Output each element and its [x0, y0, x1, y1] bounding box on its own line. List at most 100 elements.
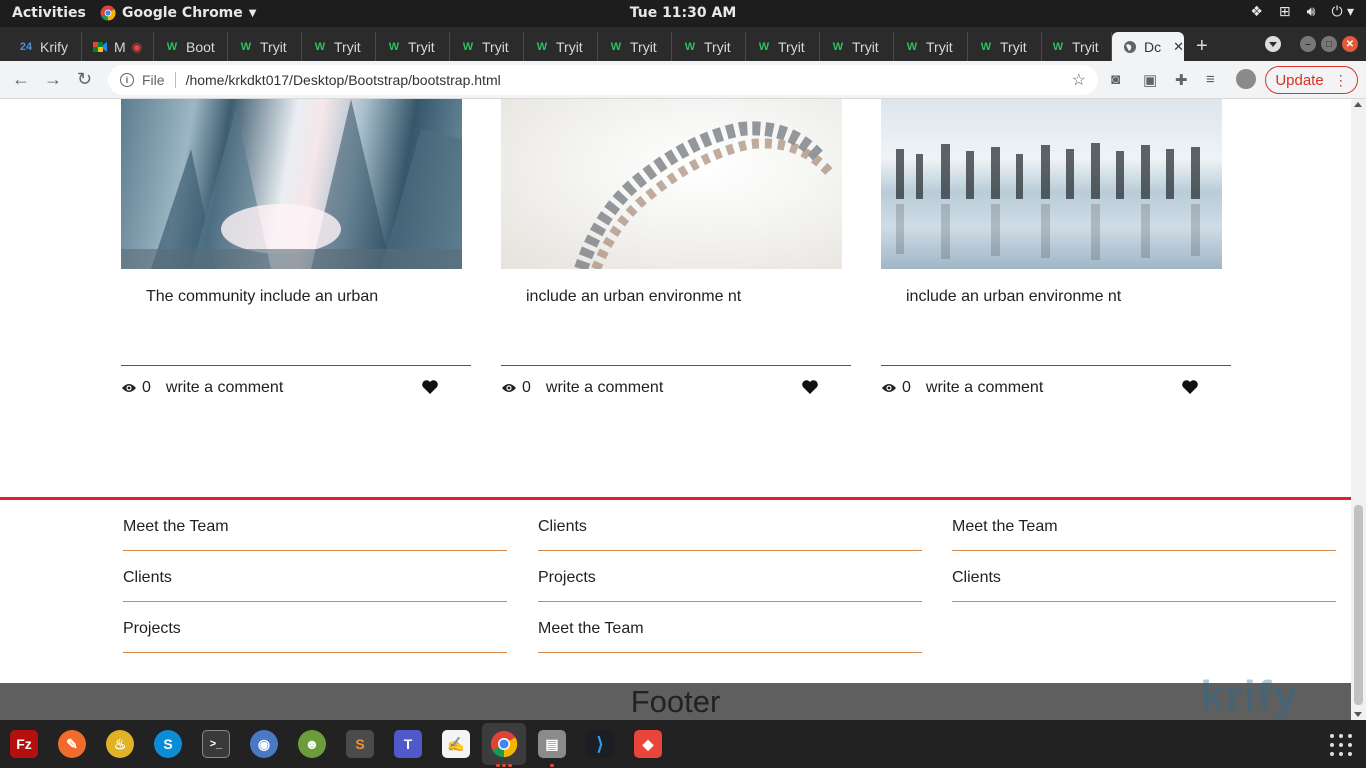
write-comment-link[interactable]: write a comment: [926, 379, 1043, 397]
tab-search-icon[interactable]: [1265, 36, 1281, 52]
activities-button[interactable]: Activities: [12, 5, 86, 21]
new-tab-button[interactable]: +: [1196, 35, 1208, 58]
teams-icon[interactable]: T: [394, 730, 422, 758]
w3-icon: W: [462, 40, 474, 53]
tab-tryit[interactable]: W Tryit: [228, 32, 302, 61]
system-top-bar: Activities Google Chrome ▼ Tue 11:30 AM …: [0, 0, 1366, 27]
scroll-up-icon[interactable]: [1354, 102, 1362, 107]
volume-icon[interactable]: 🔊︎: [1307, 4, 1316, 20]
footer-bar: Footer krify: [0, 675, 1351, 720]
show-applications-icon[interactable]: [1330, 734, 1352, 756]
page-scrollbar[interactable]: [1351, 99, 1366, 720]
close-window-icon[interactable]: ✕: [1342, 36, 1358, 52]
avatar[interactable]: [1236, 69, 1256, 89]
heart-icon[interactable]: [801, 379, 819, 395]
tab-tryit[interactable]: W Tryit: [746, 32, 820, 61]
chromium-icon[interactable]: ◉: [250, 730, 278, 758]
footer-link[interactable]: Meet the Team: [538, 602, 922, 653]
terminal-icon[interactable]: >_: [202, 730, 230, 758]
url-scheme: File: [142, 72, 165, 88]
chevron-down-icon: ▼: [248, 7, 257, 19]
postman-icon[interactable]: ✎: [58, 730, 86, 758]
tab-label: Tryit: [778, 38, 805, 55]
monkey-icon[interactable]: ☻: [298, 730, 326, 758]
tab-label: Tryit: [334, 38, 361, 55]
card-image-dna: [501, 99, 842, 269]
dropbox-icon[interactable]: ❖: [1250, 4, 1263, 20]
sublime-icon[interactable]: S: [346, 730, 374, 758]
puzzle-icon[interactable]: ✚: [1175, 71, 1188, 89]
url-text[interactable]: /home/krkdkt017/Desktop/Bootstrap/bootst…: [186, 72, 501, 88]
tab-tryit[interactable]: W Tryit: [376, 32, 450, 61]
w3-icon: W: [1052, 40, 1064, 53]
footer-link[interactable]: Clients: [538, 500, 922, 551]
filezilla-icon[interactable]: Fz: [10, 730, 38, 758]
back-icon[interactable]: ←: [12, 69, 30, 90]
tab-active[interactable]: Dc ✕: [1112, 32, 1184, 61]
tab-tryit[interactable]: W Tryit: [820, 32, 894, 61]
tab-tryit[interactable]: W Tryit: [450, 32, 524, 61]
tab-meet[interactable]: M ◉: [82, 32, 154, 61]
card-caption: include an urban environme nt: [526, 288, 742, 305]
teapot-icon[interactable]: ♨: [106, 730, 134, 758]
krify-watermark: krify: [1200, 672, 1299, 719]
running-indicator: [550, 764, 554, 767]
recording-icon: ◉: [131, 39, 143, 54]
screenshot-extension-icon[interactable]: ◙: [1111, 71, 1120, 88]
write-comment-link[interactable]: write a comment: [546, 379, 663, 397]
app-menu[interactable]: Google Chrome ▼: [100, 5, 256, 21]
tab-label: Tryit: [1000, 38, 1027, 55]
tab-tryit[interactable]: W Tryit: [598, 32, 672, 61]
tab-label: M: [114, 38, 126, 55]
forward-icon[interactable]: →: [44, 69, 62, 90]
footer-link[interactable]: Clients: [123, 551, 507, 602]
footer-link[interactable]: Projects: [538, 551, 922, 602]
vscode-icon[interactable]: ⟩: [586, 730, 614, 758]
skype-icon[interactable]: S: [154, 730, 182, 758]
tab-krify[interactable]: 24 Krify: [8, 32, 82, 61]
footer-link[interactable]: Meet the Team: [123, 500, 507, 551]
extension-icon[interactable]: ▣: [1143, 71, 1157, 89]
system-tray[interactable]: ❖ ⊞ 🔊︎ ⏻ ▾: [1250, 4, 1354, 20]
tab-boot[interactable]: W Boot: [154, 32, 228, 61]
write-comment-link[interactable]: write a comment: [166, 379, 283, 397]
update-label: Update: [1275, 71, 1324, 89]
heart-icon[interactable]: [1181, 379, 1199, 395]
more-menu-icon: ⋮: [1333, 71, 1348, 88]
info-icon[interactable]: i: [120, 73, 134, 87]
footer-link[interactable]: Meet the Team: [952, 500, 1336, 551]
tab-tryit[interactable]: W Tryit: [524, 32, 598, 61]
clock[interactable]: Tue 11:30 AM: [630, 5, 737, 21]
archive-manager-icon[interactable]: ▤: [538, 730, 566, 758]
tab-tryit[interactable]: W Tryit: [968, 32, 1042, 61]
media-queue-icon[interactable]: ≡: [1206, 71, 1215, 88]
footer-link[interactable]: Projects: [123, 602, 507, 653]
bookmark-star-icon[interactable]: ☆: [1072, 70, 1086, 90]
eye-icon: [882, 384, 896, 392]
heart-icon[interactable]: [421, 379, 439, 395]
eye-icon: [502, 384, 516, 392]
tab-label: Dc: [1144, 38, 1162, 55]
address-bar[interactable]: i File /home/krkdkt017/Desktop/Bootstrap…: [108, 65, 1098, 95]
scrollbar-thumb[interactable]: [1354, 505, 1363, 705]
card: The community include an urban 0 write a…: [121, 99, 471, 396]
anydesk-icon[interactable]: ◆: [634, 730, 662, 758]
power-icon[interactable]: ⏻ ▾: [1331, 4, 1354, 20]
tab-tryit[interactable]: W Tryit: [672, 32, 746, 61]
network-icon[interactable]: ⊞: [1279, 4, 1291, 20]
scroll-down-icon[interactable]: [1354, 712, 1362, 717]
footer-link[interactable]: Clients: [952, 551, 1336, 602]
update-button[interactable]: Update ⋮: [1265, 66, 1358, 94]
tab-tryit[interactable]: W Tryit: [1040, 32, 1112, 61]
close-tab-icon[interactable]: ✕: [1173, 39, 1184, 55]
reload-icon[interactable]: ↻: [77, 69, 92, 90]
tab-tryit[interactable]: W Tryit: [894, 32, 968, 61]
w3-icon: W: [388, 40, 400, 53]
document-viewer-icon[interactable]: ✍: [442, 730, 470, 758]
minimize-icon[interactable]: –: [1300, 36, 1316, 52]
chrome-icon[interactable]: [490, 730, 518, 758]
tab-label: Tryit: [630, 38, 657, 55]
maximize-icon[interactable]: □: [1321, 36, 1337, 52]
tab-tryit[interactable]: W Tryit: [302, 32, 376, 61]
view-count: 0: [902, 379, 911, 396]
